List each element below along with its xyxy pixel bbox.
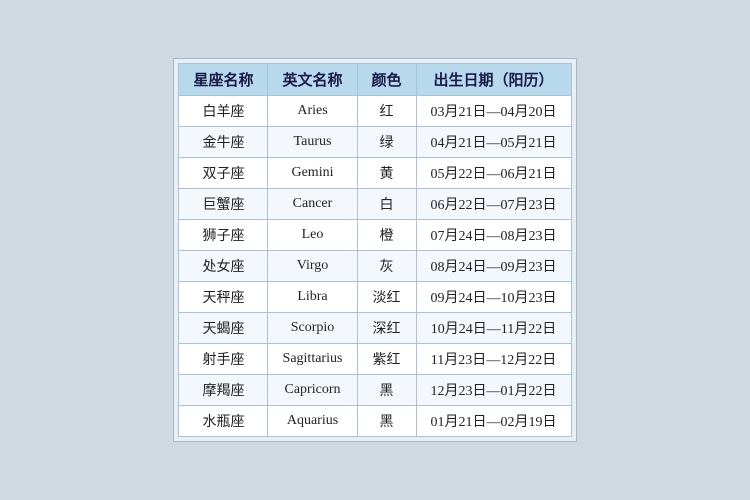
table-row: 巨蟹座Cancer白06月22日—07月23日 bbox=[179, 189, 571, 220]
cell-date: 05月22日—06月21日 bbox=[416, 158, 571, 189]
cell-chinese: 白羊座 bbox=[179, 96, 268, 127]
cell-english: Virgo bbox=[268, 251, 357, 282]
cell-date: 08月24日—09月23日 bbox=[416, 251, 571, 282]
cell-english: Capricorn bbox=[268, 375, 357, 406]
table-row: 水瓶座Aquarius黑01月21日—02月19日 bbox=[179, 406, 571, 437]
cell-chinese: 处女座 bbox=[179, 251, 268, 282]
cell-color: 灰 bbox=[357, 251, 416, 282]
table-row: 金牛座Taurus绿04月21日—05月21日 bbox=[179, 127, 571, 158]
col-header-date: 出生日期（阳历） bbox=[416, 64, 571, 96]
table-row: 天蝎座Scorpio深红10月24日—11月22日 bbox=[179, 313, 571, 344]
cell-english: Sagittarius bbox=[268, 344, 357, 375]
cell-color: 紫红 bbox=[357, 344, 416, 375]
cell-english: Aries bbox=[268, 96, 357, 127]
cell-english: Gemini bbox=[268, 158, 357, 189]
table-row: 摩羯座Capricorn黑12月23日—01月22日 bbox=[179, 375, 571, 406]
cell-color: 黑 bbox=[357, 406, 416, 437]
cell-chinese: 双子座 bbox=[179, 158, 268, 189]
cell-english: Taurus bbox=[268, 127, 357, 158]
col-header-english: 英文名称 bbox=[268, 64, 357, 96]
cell-color: 绿 bbox=[357, 127, 416, 158]
table-row: 双子座Gemini黄05月22日—06月21日 bbox=[179, 158, 571, 189]
cell-english: Cancer bbox=[268, 189, 357, 220]
cell-english: Leo bbox=[268, 220, 357, 251]
table-header-row: 星座名称 英文名称 颜色 出生日期（阳历） bbox=[179, 64, 571, 96]
cell-color: 橙 bbox=[357, 220, 416, 251]
cell-chinese: 射手座 bbox=[179, 344, 268, 375]
cell-color: 黄 bbox=[357, 158, 416, 189]
cell-chinese: 狮子座 bbox=[179, 220, 268, 251]
zodiac-table: 星座名称 英文名称 颜色 出生日期（阳历） 白羊座Aries红03月21日—04… bbox=[178, 63, 571, 437]
cell-date: 12月23日—01月22日 bbox=[416, 375, 571, 406]
cell-chinese: 摩羯座 bbox=[179, 375, 268, 406]
cell-date: 01月21日—02月19日 bbox=[416, 406, 571, 437]
cell-color: 淡红 bbox=[357, 282, 416, 313]
cell-date: 03月21日—04月20日 bbox=[416, 96, 571, 127]
cell-date: 09月24日—10月23日 bbox=[416, 282, 571, 313]
cell-chinese: 巨蟹座 bbox=[179, 189, 268, 220]
table-row: 狮子座Leo橙07月24日—08月23日 bbox=[179, 220, 571, 251]
cell-chinese: 天秤座 bbox=[179, 282, 268, 313]
table-row: 射手座Sagittarius紫红11月23日—12月22日 bbox=[179, 344, 571, 375]
cell-english: Aquarius bbox=[268, 406, 357, 437]
cell-english: Libra bbox=[268, 282, 357, 313]
cell-date: 11月23日—12月22日 bbox=[416, 344, 571, 375]
table-container: 星座名称 英文名称 颜色 出生日期（阳历） 白羊座Aries红03月21日—04… bbox=[173, 58, 576, 442]
cell-color: 红 bbox=[357, 96, 416, 127]
table-row: 天秤座Libra淡红09月24日—10月23日 bbox=[179, 282, 571, 313]
cell-color: 深红 bbox=[357, 313, 416, 344]
cell-chinese: 天蝎座 bbox=[179, 313, 268, 344]
table-row: 白羊座Aries红03月21日—04月20日 bbox=[179, 96, 571, 127]
cell-date: 04月21日—05月21日 bbox=[416, 127, 571, 158]
cell-date: 07月24日—08月23日 bbox=[416, 220, 571, 251]
cell-chinese: 金牛座 bbox=[179, 127, 268, 158]
cell-english: Scorpio bbox=[268, 313, 357, 344]
col-header-chinese: 星座名称 bbox=[179, 64, 268, 96]
table-row: 处女座Virgo灰08月24日—09月23日 bbox=[179, 251, 571, 282]
cell-chinese: 水瓶座 bbox=[179, 406, 268, 437]
cell-date: 06月22日—07月23日 bbox=[416, 189, 571, 220]
cell-color: 黑 bbox=[357, 375, 416, 406]
cell-date: 10月24日—11月22日 bbox=[416, 313, 571, 344]
col-header-color: 颜色 bbox=[357, 64, 416, 96]
cell-color: 白 bbox=[357, 189, 416, 220]
